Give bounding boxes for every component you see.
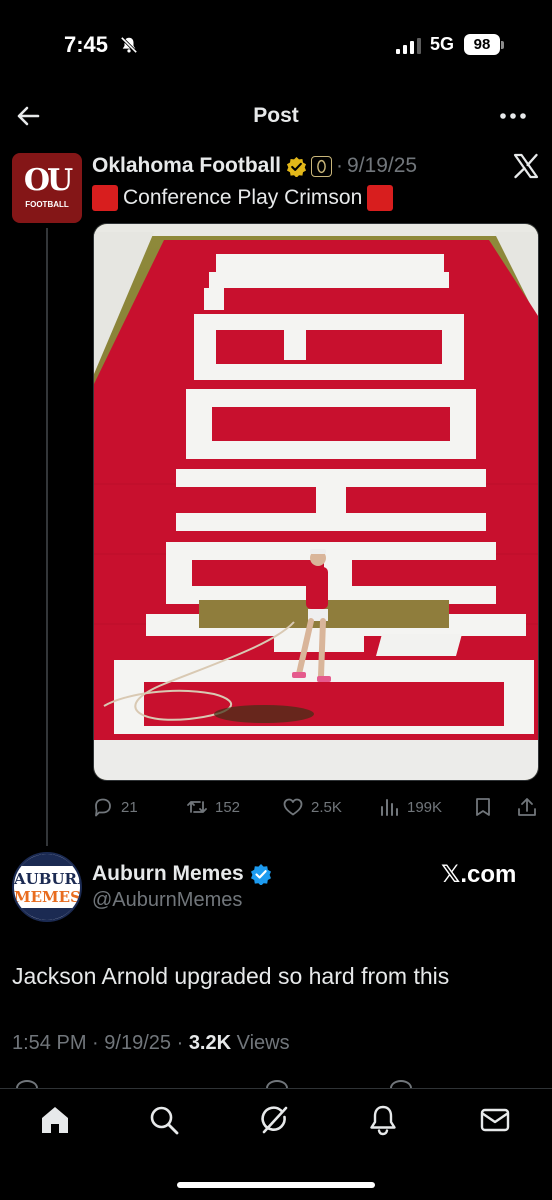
reply-button[interactable]: 21 xyxy=(92,794,138,820)
avatar-band xyxy=(14,854,80,866)
search-icon xyxy=(150,1106,179,1135)
bookmark-button[interactable] xyxy=(472,794,501,820)
post-meta: 1:54 PM · 9/19/25 · 3.2K Views xyxy=(12,1032,290,1055)
separator: · xyxy=(92,1032,99,1054)
status-bar: 7:45 5G 98 xyxy=(0,0,552,90)
avatar-band xyxy=(14,908,80,920)
nav-home[interactable] xyxy=(38,1103,72,1137)
post-time: 1:54 PM xyxy=(12,1032,87,1054)
avatar-logo-text: AUBURN xyxy=(14,870,80,888)
post-date: 9/19/25 xyxy=(104,1032,172,1054)
main-author-row: Auburn Memes xyxy=(92,860,272,888)
home-indicator[interactable] xyxy=(177,1182,375,1188)
like-button[interactable]: 2.5K xyxy=(282,794,342,820)
next-action-row-peek xyxy=(0,1080,552,1088)
verified-gold-icon xyxy=(286,156,307,177)
avatar-logo-text: OU xyxy=(23,163,73,198)
repost-icon xyxy=(187,801,207,813)
nav-grok[interactable] xyxy=(257,1103,291,1137)
bookmark-icon xyxy=(476,798,490,816)
avatar-logo-subtext: FOOTBALL xyxy=(25,200,69,209)
status-time: 7:45 xyxy=(64,32,109,57)
battery-icon: 98 xyxy=(464,34,500,55)
repost-button[interactable]: 152 xyxy=(186,794,240,820)
share-icon xyxy=(518,798,536,816)
thread-line xyxy=(46,228,48,846)
avatar[interactable]: OU FOOTBALL xyxy=(12,153,82,223)
author-name[interactable]: Oklahoma Football xyxy=(92,154,281,178)
post-date: 9/19/25 xyxy=(347,154,418,177)
home-icon xyxy=(42,1107,68,1133)
grok-icon xyxy=(261,1106,288,1134)
more-icon[interactable] xyxy=(498,102,528,130)
nav-messages[interactable] xyxy=(478,1103,512,1137)
avatar-logo-subtext: MEMES xyxy=(14,888,81,906)
quoted-author-row: Oklahoma Football · 9/19/25 xyxy=(92,151,417,181)
post-text: Conference Play Crimson xyxy=(123,186,363,209)
nav-notifications[interactable] xyxy=(366,1103,400,1137)
bottom-nav xyxy=(0,1088,552,1200)
author-name[interactable]: Auburn Memes xyxy=(92,862,244,886)
share-button[interactable] xyxy=(516,794,545,820)
battery-tip xyxy=(501,41,504,49)
x-logo-icon xyxy=(513,153,539,179)
red-square-icon xyxy=(92,185,118,211)
avatar[interactable]: AUBURN MEMES xyxy=(12,852,82,922)
reply-icon xyxy=(95,798,111,817)
signal-icon xyxy=(396,38,421,54)
like-count: 2.5K xyxy=(311,798,342,816)
bell-icon xyxy=(370,1105,396,1136)
separator: · xyxy=(176,1032,184,1054)
page-title: Post xyxy=(253,104,299,127)
post-text: Jackson Arnold upgraded so hard from thi… xyxy=(12,963,450,989)
views-count: 199K xyxy=(407,798,443,816)
affiliate-badge-icon xyxy=(311,155,333,177)
quoted-post-text: Conference Play Crimson xyxy=(92,183,398,213)
like-icon xyxy=(283,798,303,816)
mail-icon xyxy=(480,1108,510,1132)
bell-slash-icon xyxy=(120,36,138,54)
views-label: Views xyxy=(236,1032,290,1054)
views-count[interactable]: 3.2K xyxy=(189,1032,231,1054)
source-label: 𝕏.com xyxy=(441,861,517,888)
quoted-post-actions: 21 152 2.5K 199K xyxy=(92,794,542,820)
author-handle[interactable]: @AuburnMemes xyxy=(92,889,242,912)
post-image[interactable] xyxy=(93,223,539,781)
reply-count: 21 xyxy=(121,798,138,816)
network-type: 5G xyxy=(430,34,455,54)
post-header: Post xyxy=(0,92,552,140)
red-square-icon xyxy=(367,185,394,211)
field-photo xyxy=(94,224,538,780)
views-icon xyxy=(381,799,398,816)
separator: · xyxy=(336,154,344,177)
views-button[interactable]: 199K xyxy=(378,794,442,820)
verified-blue-icon xyxy=(250,864,271,885)
nav-search[interactable] xyxy=(147,1103,181,1137)
repost-count: 152 xyxy=(215,798,241,816)
